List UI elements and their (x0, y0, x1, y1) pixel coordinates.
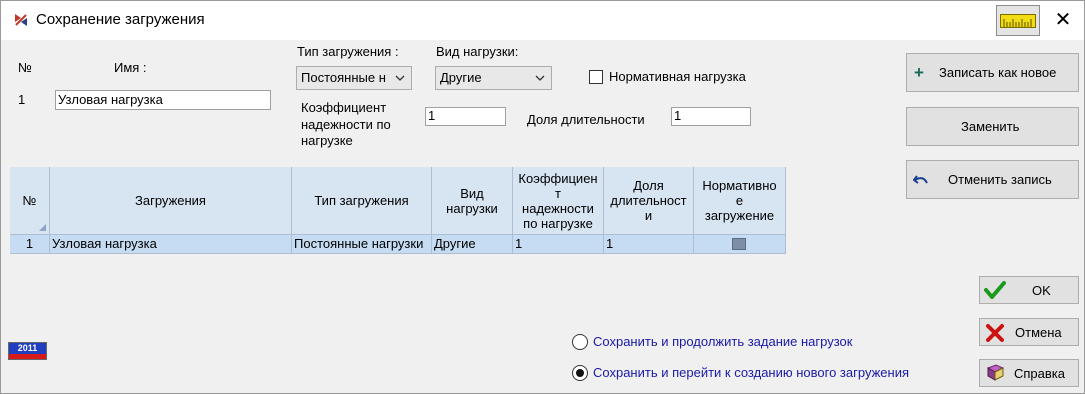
column-header-reliability-line: Коэффициен (518, 170, 598, 186)
force-kind-select[interactable]: Другие (435, 66, 552, 90)
radio-continue-label[interactable]: Сохранить и продолжить задание нагрузок (593, 334, 852, 349)
replace-label: Заменить (961, 119, 1020, 134)
duration-label: Доля длительности (527, 112, 645, 127)
column-header-reliability-line: надежности (522, 200, 594, 216)
load-type-value: Постоянные н (301, 70, 386, 85)
radio-selected-dot (576, 369, 584, 377)
ruler-button[interactable] (996, 5, 1040, 36)
number-label: № (18, 60, 32, 75)
chevron-down-icon (535, 75, 545, 81)
chevron-down-icon (395, 75, 405, 81)
save-as-new-label: Записать как новое (939, 65, 1057, 80)
window-title: Сохранение загружения (36, 11, 205, 28)
radio-continue[interactable] (572, 334, 588, 350)
cancel-button[interactable]: Отмена (979, 318, 1079, 346)
plus-icon: + (914, 63, 924, 82)
ok-label: OK (1032, 283, 1051, 298)
version-flag-text: 2011 (9, 343, 46, 354)
row-number: 1 (18, 92, 26, 107)
duration-input[interactable]: 1 (671, 107, 751, 126)
table-cell-reliability[interactable]: 1 (513, 235, 604, 254)
red-x-icon (986, 324, 1004, 342)
version-flag: 2011 (8, 342, 47, 360)
load-type-label: Тип загружения : (297, 44, 399, 59)
column-header-duration-line: Доля (633, 178, 664, 193)
radio-new-loading[interactable] (572, 365, 588, 381)
undo-icon (913, 175, 928, 184)
cancel-record-label: Отменить запись (948, 172, 1052, 187)
force-kind-value: Другие (440, 70, 482, 85)
reliability-label-line1: Коэффициент (301, 100, 387, 115)
load-type-select[interactable]: Постоянные н (296, 66, 412, 90)
column-header-duration-line: длительност (610, 193, 687, 208)
table-cell-kind[interactable]: Другие (432, 235, 513, 254)
column-header-reliability[interactable]: Коэффициен т надежности по нагрузке (513, 167, 604, 235)
help-label: Справка (1014, 366, 1065, 381)
column-header-force-kind-line: нагрузки (446, 200, 498, 216)
column-header-normative[interactable]: Нормативно е загружение (694, 167, 786, 235)
column-header-number[interactable]: № (10, 167, 50, 235)
column-header-loadings-label: Загружения (135, 193, 206, 208)
loadings-table: № Загружения Тип загружения Вид нагрузки… (10, 167, 786, 255)
column-header-force-kind[interactable]: Вид нагрузки (432, 167, 513, 235)
reliability-input[interactable]: 1 (425, 107, 506, 126)
column-header-normative-line: Нормативно (702, 178, 777, 193)
radio-new-loading-label[interactable]: Сохранить и перейти к созданию нового за… (593, 365, 909, 380)
column-header-normative-line: е (735, 193, 744, 208)
checkmark-icon (984, 281, 1006, 299)
help-book-icon (986, 364, 1005, 381)
column-header-number-label: № (22, 193, 37, 208)
reliability-label-line2: надежности по (301, 117, 391, 132)
column-header-force-kind-line: Вид (460, 185, 484, 201)
normative-label: Нормативная нагрузка (609, 69, 746, 84)
normative-checkbox[interactable] (589, 70, 603, 84)
column-header-normative-line: загружение (704, 208, 775, 223)
normative-row-checkbox[interactable] (732, 238, 746, 250)
column-header-load-type-label: Тип загружения (314, 193, 409, 208)
cancel-label: Отмена (1015, 325, 1062, 340)
sort-corner-icon (39, 224, 46, 231)
column-header-reliability-line: по нагрузке (523, 215, 593, 231)
ruler-icon (1000, 14, 1036, 28)
reliability-label-line3: нагрузке (301, 133, 353, 148)
force-kind-label: Вид нагрузки: (436, 44, 519, 59)
cancel-record-button[interactable]: Отменить запись (906, 160, 1079, 199)
table-cell-type[interactable]: Постоянные нагрузки (292, 235, 432, 254)
save-loading-dialog: Сохранение загружения ✕ № Имя : 1 Узлова… (0, 0, 1085, 394)
table-cell-duration[interactable]: 1 (604, 235, 694, 254)
name-label: Имя : (114, 60, 147, 75)
column-header-duration-line: и (644, 208, 653, 223)
column-header-loadings[interactable]: Загружения (50, 167, 292, 235)
column-header-reliability-line: т (555, 185, 561, 201)
name-input[interactable]: Узловая нагрузка (55, 90, 271, 110)
help-button[interactable]: Справка (979, 359, 1079, 387)
close-button[interactable]: ✕ (1042, 1, 1084, 40)
replace-button[interactable]: Заменить (906, 107, 1079, 146)
column-header-duration[interactable]: Доля длительност и (604, 167, 694, 235)
column-header-load-type[interactable]: Тип загружения (292, 167, 432, 235)
table-cell-name[interactable]: Узловая нагрузка (50, 235, 292, 254)
ok-button[interactable]: OK (979, 276, 1079, 304)
title-bar: Сохранение загружения ✕ (1, 1, 1084, 40)
close-icon: ✕ (1054, 9, 1072, 31)
app-logo-icon (12, 11, 30, 29)
table-cell-number[interactable]: 1 (10, 235, 50, 254)
save-as-new-button[interactable]: + Записать как новое (906, 53, 1079, 92)
table-cell-normative[interactable] (694, 235, 786, 254)
